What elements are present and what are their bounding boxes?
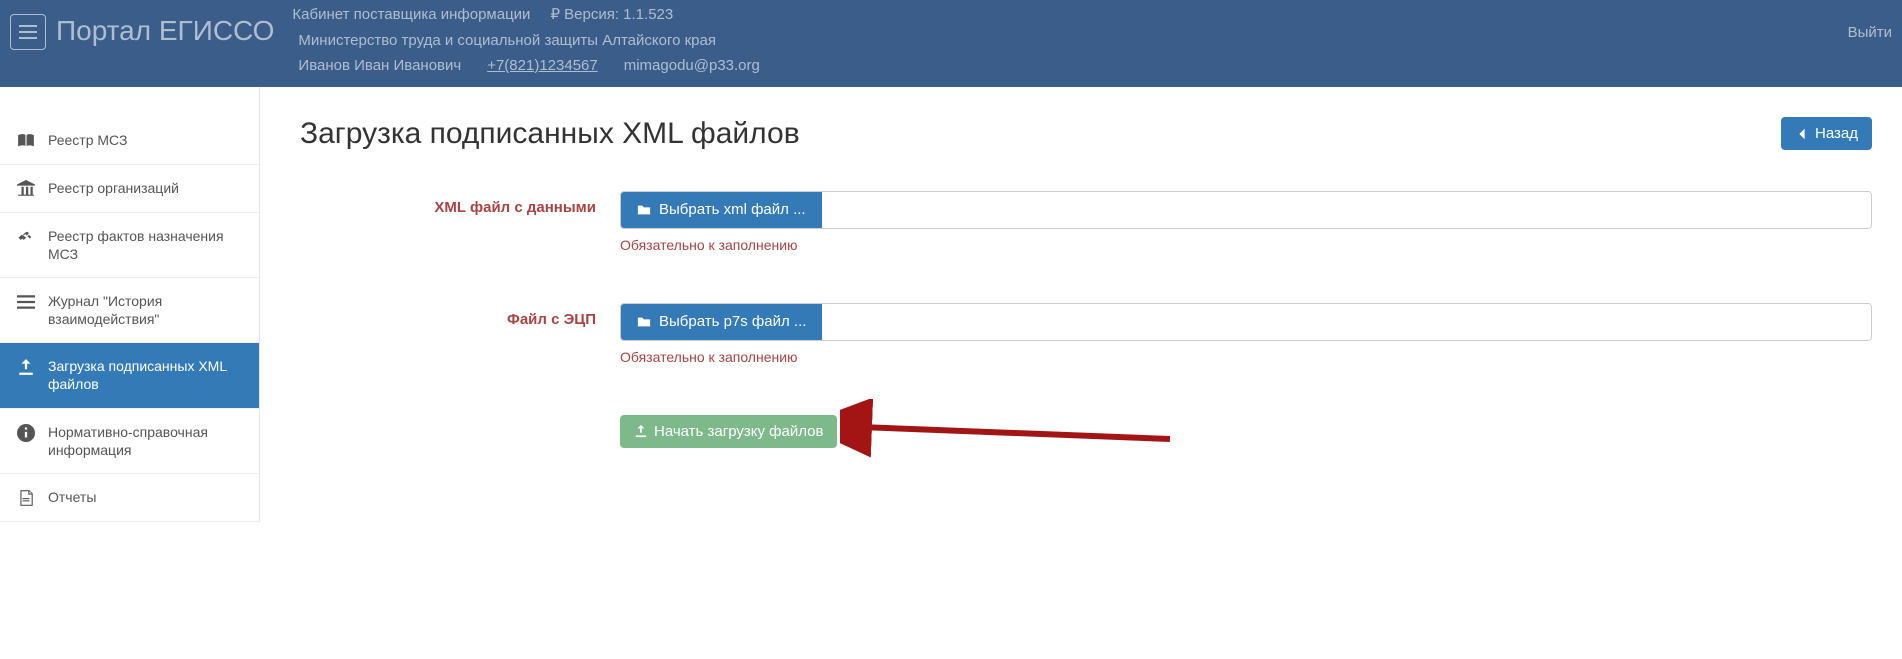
xml-file-choose-button[interactable]: Выбрать xml файл ...	[621, 192, 822, 228]
sig-file-label: Файл с ЭЦП	[300, 303, 620, 328]
sig-file-picker: Выбрать p7s файл ...	[620, 303, 1872, 341]
sidebar-item-label: Реестр организаций	[48, 179, 179, 197]
chevron-left-icon	[1795, 127, 1809, 141]
annotation-arrow	[840, 399, 1180, 459]
sidebar-item-org-registry[interactable]: Реестр организаций	[0, 165, 259, 213]
sidebar-item-reference-info[interactable]: Нормативно-справочная информация	[0, 409, 259, 474]
logout-link[interactable]: Выйти	[1840, 0, 1892, 41]
folder-icon	[637, 315, 651, 329]
sig-file-choose-button[interactable]: Выбрать p7s файл ...	[621, 304, 822, 340]
xml-file-input[interactable]	[822, 192, 1871, 228]
handshake-icon	[16, 228, 36, 246]
sidebar: Реестр МСЗ Реестр организаций Реестр фак…	[0, 87, 260, 523]
sig-file-choose-label: Выбрать p7s файл ...	[659, 313, 806, 330]
sidebar-item-label: Нормативно-справочная информация	[48, 423, 243, 459]
back-button-label: Назад	[1815, 125, 1858, 142]
brand-title: Портал ЕГИССО	[56, 15, 274, 47]
sidebar-item-label: Загрузка подписанных XML файлов	[48, 357, 243, 393]
sidebar-item-label: Реестр МСЗ	[48, 131, 127, 149]
list-icon	[16, 293, 36, 311]
xml-file-label: XML файл с данными	[300, 191, 620, 216]
sidebar-item-msz-registry[interactable]: Реестр МСЗ	[0, 117, 259, 165]
upload-icon	[634, 424, 648, 438]
email-label: mimagodu@p33.org	[624, 53, 760, 79]
cabinet-label: Кабинет поставщика информации	[292, 2, 530, 28]
upload-icon	[16, 358, 36, 376]
xml-file-help: Обязательно к заполнению	[620, 237, 1872, 253]
page-title: Загрузка подписанных XML файлов	[300, 117, 800, 151]
sidebar-item-label: Реестр фактов назначения МСЗ	[48, 227, 243, 263]
sig-file-help: Обязательно к заполнению	[620, 349, 1872, 365]
start-upload-label: Начать загрузку файлов	[654, 423, 823, 440]
sidebar-item-facts-registry[interactable]: Реестр фактов назначения МСЗ	[0, 213, 259, 278]
sidebar-item-reports[interactable]: Отчеты	[0, 474, 259, 522]
phone-link[interactable]: +7(821)1234567	[487, 53, 598, 79]
back-button[interactable]: Назад	[1781, 117, 1872, 150]
menu-toggle-button[interactable]	[10, 14, 46, 50]
sig-file-input[interactable]	[822, 304, 1871, 340]
start-upload-button[interactable]: Начать загрузку файлов	[620, 415, 837, 448]
book-icon	[16, 132, 36, 150]
sidebar-item-label: Журнал "История взаимодействия"	[48, 292, 243, 328]
xml-file-choose-label: Выбрать xml файл ...	[659, 201, 806, 218]
info-icon	[16, 424, 36, 442]
hamburger-icon	[19, 25, 37, 39]
sidebar-item-journal[interactable]: Журнал "История взаимодействия"	[0, 278, 259, 343]
folder-icon	[637, 203, 651, 217]
sidebar-item-label: Отчеты	[48, 488, 96, 506]
institution-icon	[16, 180, 36, 198]
reports-icon	[16, 489, 36, 507]
org-label: Министерство труда и социальной защиты А…	[298, 28, 716, 54]
sidebar-item-upload-xml[interactable]: Загрузка подписанных XML файлов	[0, 343, 259, 408]
user-name: Иванов Иван Иванович	[298, 53, 461, 79]
xml-file-picker: Выбрать xml файл ...	[620, 191, 1872, 229]
logout-label: Выйти	[1848, 24, 1892, 41]
version-label: ₽ Версия: 1.1.523	[550, 2, 673, 28]
